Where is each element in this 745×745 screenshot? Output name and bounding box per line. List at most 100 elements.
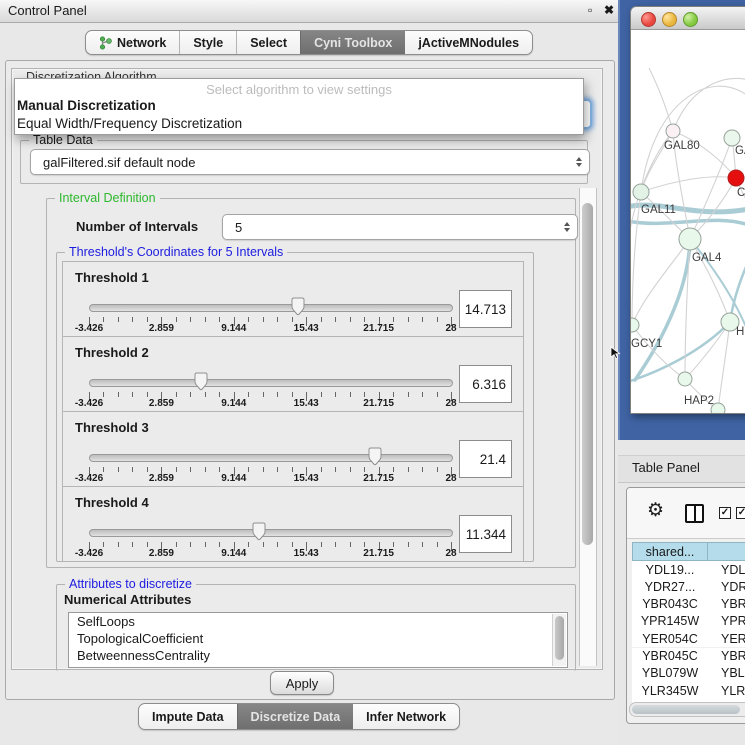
tab-select[interactable]: Select [236, 31, 300, 54]
split-column-icon[interactable] [685, 504, 704, 523]
zoom-traffic-light-icon[interactable] [683, 12, 698, 27]
threshold-slider-track[interactable] [89, 529, 453, 537]
threshold-slider-track[interactable] [89, 454, 453, 462]
table-row[interactable]: YLR345WYLR3 [632, 682, 745, 699]
threshold-slider-thumb[interactable] [367, 447, 383, 466]
network-node[interactable] [678, 372, 692, 386]
combo-stepper-icon [576, 157, 582, 167]
threshold-value-field[interactable]: 6.316 [459, 365, 512, 403]
cell-name[interactable]: YPR1 [707, 613, 745, 630]
tab-impute-data[interactable]: Impute Data [139, 704, 237, 729]
table-row[interactable]: YER054CYER0 [632, 630, 745, 647]
cell-name[interactable]: YBL0 [707, 665, 745, 682]
threshold-value-field[interactable]: 21.4 [459, 440, 512, 478]
table-row[interactable]: YBR043CYBR0 [632, 596, 745, 613]
algorithm-dropdown-popup: Select algorithm to view settings Manual… [14, 78, 584, 135]
close-panel-icon[interactable]: ✖ [604, 3, 614, 17]
cell-shared-name[interactable]: YDL19... [632, 561, 708, 578]
network-graph: GAL80GACGAL11GAL4GCY1HHAP2 [631, 30, 745, 413]
mouse-cursor [610, 346, 622, 360]
numerical-attributes-list[interactable]: SelfLoopsTopologicalCoefficientBetweenne… [68, 612, 568, 668]
tab-network[interactable]: Network [86, 31, 179, 54]
control-panel-titlebar [0, 0, 618, 23]
threshold-row: Threshold 1-3.4262.8599.14415.4321.71528… [62, 261, 524, 337]
threshold-row: Threshold 4-3.4262.8599.14415.4321.71528… [62, 486, 524, 562]
slider-tick-label: 28 [445, 548, 456, 559]
threshold-slider-thumb[interactable] [251, 522, 267, 541]
threshold-slider-thumb[interactable] [290, 297, 306, 316]
checkbox-checked-icon[interactable]: ✓ [719, 507, 731, 519]
cell-shared-name[interactable]: YPR145W [632, 613, 708, 630]
attributes-group-label: Attributes to discretize [65, 577, 196, 591]
tab-infer-network[interactable]: Infer Network [353, 704, 459, 729]
column-header-shared-name[interactable]: shared... [632, 542, 708, 561]
apply-button[interactable]: Apply [270, 671, 334, 695]
slider-tick-label: -3.426 [75, 473, 103, 484]
attributes-list-scrollbar[interactable] [552, 614, 566, 666]
tab-style[interactable]: Style [179, 31, 236, 54]
network-canvas[interactable]: GAL80GACGAL11GAL4GCY1HHAP2 [631, 30, 745, 413]
slider-tick-label: 15.43 [294, 398, 319, 409]
table-data-combo[interactable]: galFiltered.sif default node [30, 149, 590, 175]
close-traffic-light-icon[interactable] [641, 12, 656, 27]
network-node[interactable] [666, 124, 680, 138]
gear-icon[interactable]: ⚙ [647, 499, 664, 522]
cell-name[interactable]: YLR3 [707, 682, 745, 699]
table-row[interactable]: YBL079WYBL0 [632, 665, 745, 682]
table-horizontal-scrollbar[interactable] [629, 702, 745, 717]
threshold-row: Threshold 2-3.4262.8599.14415.4321.71528… [62, 336, 524, 412]
cell-shared-name[interactable]: YBR045C [632, 648, 708, 665]
slider-tick-label: 21.715 [363, 548, 394, 559]
network-icon [99, 36, 112, 50]
node-label: GAL4 [692, 252, 722, 264]
cell-shared-name[interactable]: YER054C [632, 630, 708, 647]
number-of-intervals-value: 5 [235, 220, 242, 235]
float-window-icon[interactable]: ▫ [588, 3, 592, 17]
settings-scrollbar-thumb[interactable] [582, 203, 593, 545]
attribute-list-item[interactable]: SelfLoops [69, 613, 567, 630]
cell-name[interactable]: YBR0 [707, 596, 745, 613]
cell-name[interactable]: YDR2 [707, 578, 745, 595]
threshold-slider-track[interactable] [89, 379, 453, 387]
network-node[interactable] [633, 184, 649, 200]
checkbox-checked-icon[interactable]: ✓ [736, 507, 745, 519]
number-of-intervals-combo[interactable]: 5 [222, 214, 578, 240]
cyni-mode-tabs: Impute DataDiscretize DataInfer Network [138, 703, 460, 730]
numerical-attributes-heading: Numerical Attributes [64, 592, 191, 607]
tab-discretize-data[interactable]: Discretize Data [237, 704, 354, 729]
cell-name[interactable]: YBR0 [707, 648, 745, 665]
column-header-name[interactable]: na [707, 542, 745, 561]
network-node[interactable] [631, 318, 639, 332]
network-window-titlebar[interactable] [631, 7, 745, 30]
table-row[interactable]: YDR27...YDR2 [632, 578, 745, 595]
tab-jactivemnodules[interactable]: jActiveMNodules [405, 31, 532, 54]
cell-shared-name[interactable]: YBL079W [632, 665, 708, 682]
control-panel-tabs: NetworkStyleSelectCyni ToolboxjActiveMNo… [85, 30, 533, 55]
attribute-list-item[interactable]: BetweennessCentrality [69, 647, 567, 664]
threshold-value-field[interactable]: 11.344 [459, 515, 512, 553]
cell-name[interactable]: YDL1 [707, 561, 745, 578]
cell-name[interactable]: YER0 [707, 630, 745, 647]
cell-shared-name[interactable]: YDR27... [632, 578, 708, 595]
algorithm-option[interactable]: Manual Discretization [15, 97, 583, 115]
table-row[interactable]: YBR045CYBR0 [632, 648, 745, 665]
algorithm-option[interactable]: Equal Width/Frequency Discretization [15, 115, 583, 133]
cell-shared-name[interactable]: YBR043C [632, 596, 708, 613]
table-row[interactable]: YPR145WYPR1 [632, 613, 745, 630]
threshold-value-field[interactable]: 14.713 [459, 290, 512, 328]
threshold-slider-track[interactable] [89, 304, 453, 312]
threshold-slider-thumb[interactable] [193, 372, 209, 391]
attribute-list-item[interactable]: TopologicalCoefficient [69, 630, 567, 647]
tab-cyni-toolbox[interactable]: Cyni Toolbox [300, 31, 405, 54]
threshold-label: Threshold 4 [75, 495, 149, 510]
table-row[interactable]: YDL19...YDL1 [632, 561, 745, 578]
settings-vertical-scrollbar[interactable] [579, 188, 597, 666]
network-node[interactable] [724, 130, 740, 146]
threshold-row: Threshold 3-3.4262.8599.14415.4321.71528… [62, 411, 524, 487]
network-node[interactable] [728, 170, 744, 186]
cell-shared-name[interactable]: YLR345W [632, 682, 708, 699]
minimize-traffic-light-icon[interactable] [662, 12, 677, 27]
slider-tick-label: 2.859 [149, 473, 174, 484]
network-node[interactable] [679, 228, 701, 250]
node-label: H [736, 326, 744, 338]
